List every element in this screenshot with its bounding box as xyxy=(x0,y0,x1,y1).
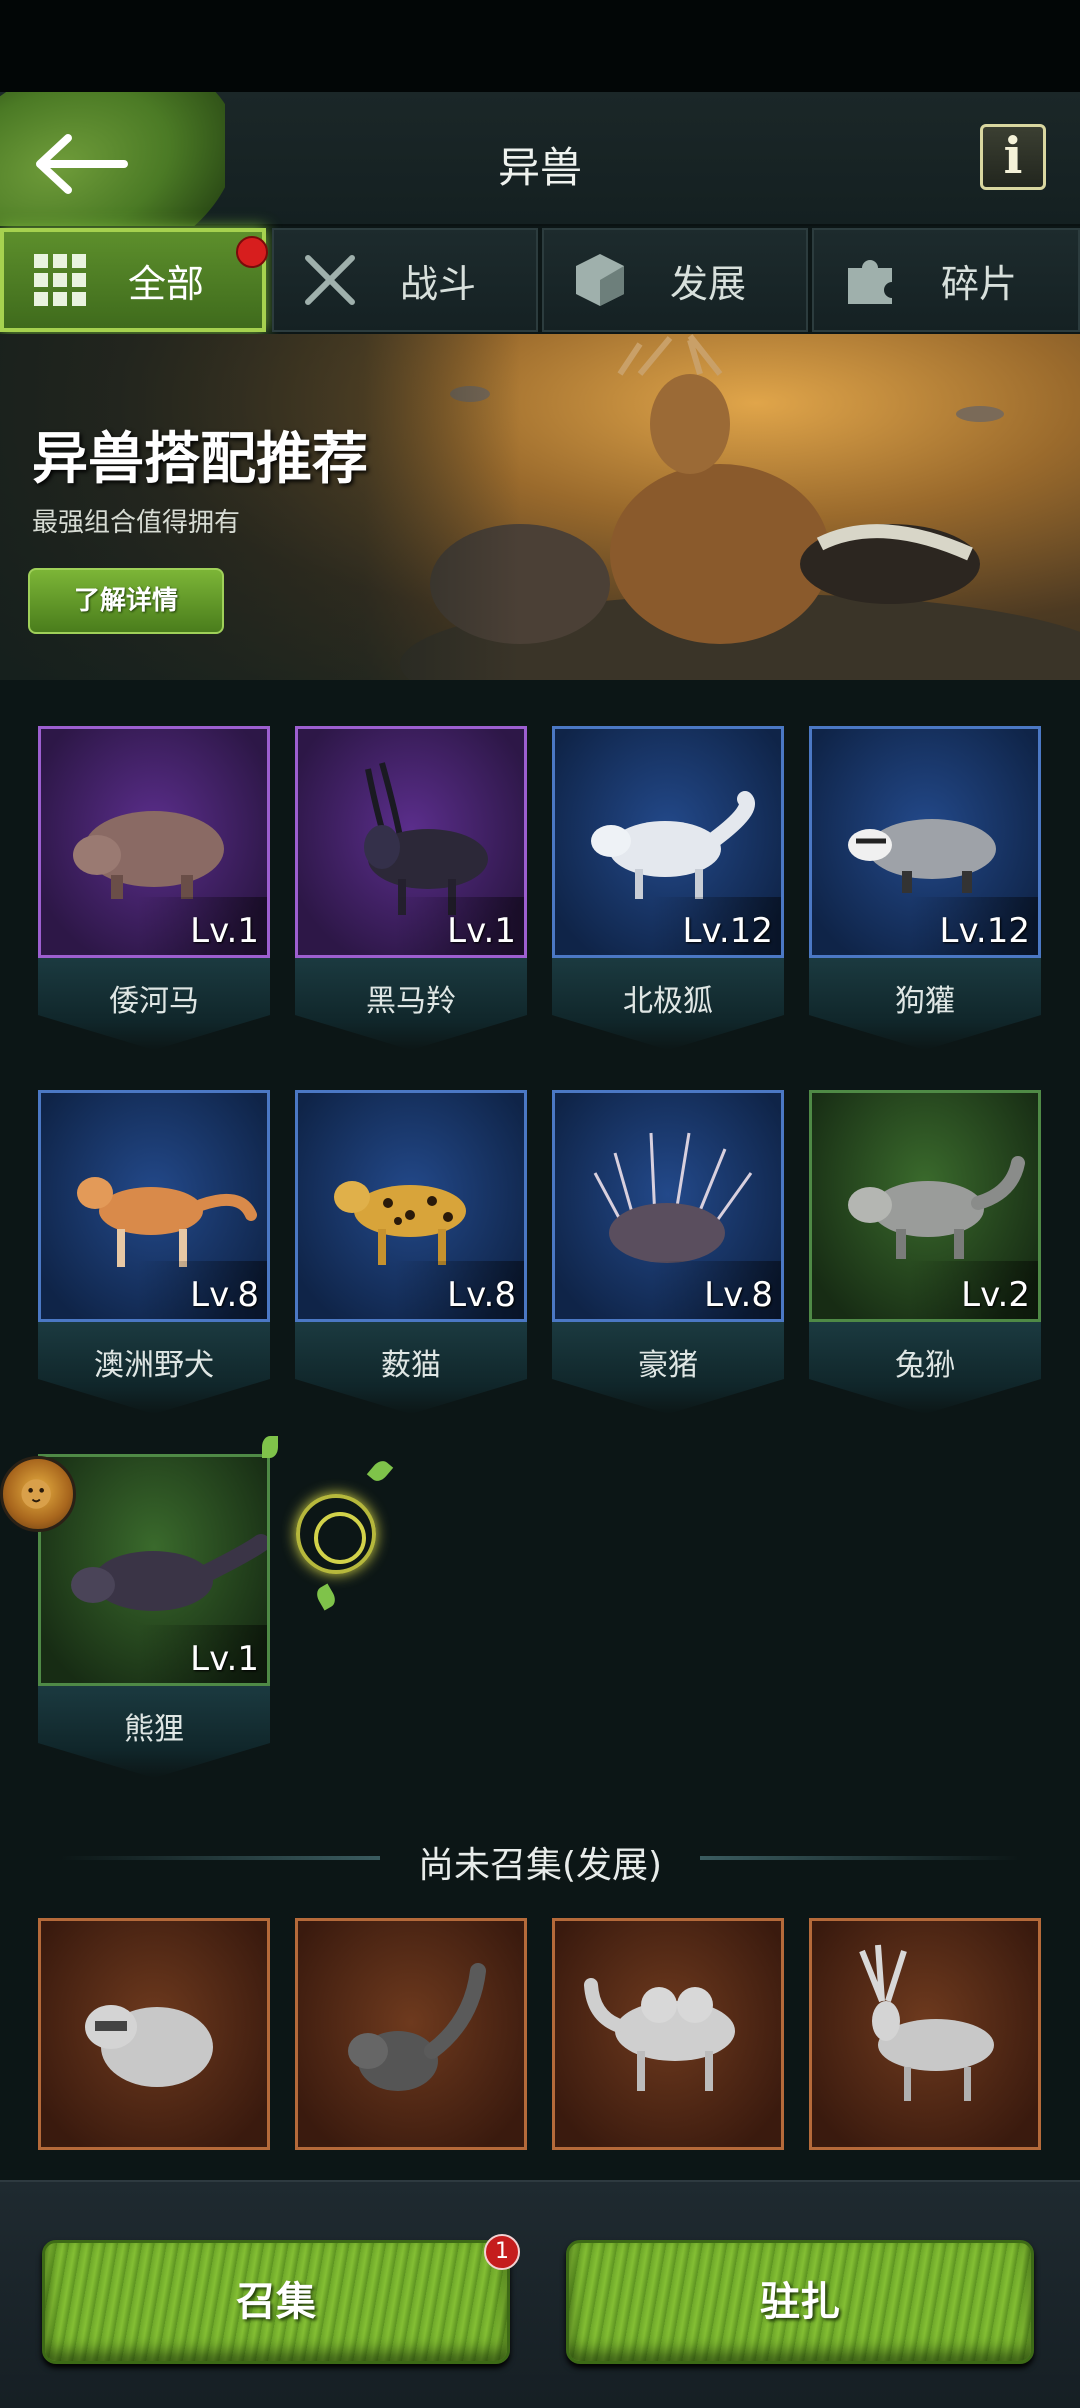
beast-name: 兔狲 xyxy=(895,1348,955,1383)
beast-name: 黑马羚 xyxy=(366,984,456,1019)
card-frame: Lv.8 xyxy=(38,1090,270,1322)
beast-level: Lv.8 xyxy=(190,1275,259,1315)
card-frame: Lv.1 xyxy=(295,726,527,958)
tab-fragments[interactable]: 碎片 xyxy=(812,228,1080,332)
beast-level: Lv.1 xyxy=(190,1639,259,1679)
beast-name: 狗獾 xyxy=(895,984,955,1019)
puzzle-icon xyxy=(848,260,892,304)
lion-badge-icon xyxy=(0,1456,76,1532)
beast-name: 豪猪 xyxy=(638,1348,698,1383)
crossed-swords-icon xyxy=(305,255,355,305)
banner-title: 异兽搭配推荐 xyxy=(32,427,368,492)
tap-indicator-icon xyxy=(296,1494,376,1574)
beast-name: 薮猫 xyxy=(381,1348,441,1383)
card-frame xyxy=(552,1918,784,2150)
leaf-icon xyxy=(366,1457,394,1485)
beast-name: 熊狸 xyxy=(124,1712,184,1747)
card-frame: Lv.1 xyxy=(38,726,270,958)
card-frame: Lv.12 xyxy=(552,726,784,958)
info-button[interactable]: i xyxy=(980,124,1046,190)
card-frame xyxy=(295,1918,527,2150)
notification-dot xyxy=(236,236,268,268)
card-frame: Lv.8 xyxy=(295,1090,527,1322)
beast-card[interactable]: Lv.12 狗獾 xyxy=(809,726,1041,1050)
leaf-icon xyxy=(313,1583,339,1611)
camel-image xyxy=(584,1978,735,2091)
section-title: 尚未召集(发展) xyxy=(417,1845,663,1886)
beast-level: Lv.2 xyxy=(961,1275,1030,1315)
beast-level: Lv.1 xyxy=(447,911,516,951)
raccoon-image xyxy=(85,2005,213,2087)
station-button[interactable]: 驻扎 xyxy=(566,2240,1034,2364)
beast-card[interactable]: Lv.12 北极狐 xyxy=(552,726,784,1050)
beast-card[interactable]: Lv.1 黑马羚 xyxy=(295,726,527,1050)
beast-level: Lv.12 xyxy=(939,911,1031,951)
unsummoned-section-header: 尚未召集(发展) xyxy=(0,1820,1080,1900)
divider-right xyxy=(700,1856,1020,1860)
fallow-deer-image xyxy=(859,1944,994,2101)
tab-all-label: 全部 xyxy=(127,261,204,306)
banner-subtitle: 最强组合值得拥有 xyxy=(32,508,241,538)
tab-combat-label: 战斗 xyxy=(399,261,476,306)
cube-icon xyxy=(576,254,624,306)
tab-development-label: 发展 xyxy=(669,261,746,306)
card-frame xyxy=(38,1918,270,2150)
beast-name: 北极狐 xyxy=(623,984,713,1019)
beast-card[interactable]: Lv.1 倭河马 xyxy=(38,726,270,1050)
beast-name: 倭河马 xyxy=(109,984,199,1019)
beast-level: Lv.12 xyxy=(682,911,774,951)
tab-combat[interactable]: 战斗 xyxy=(272,228,538,332)
beast-card[interactable]: Lv.8 薮猫 xyxy=(295,1090,527,1414)
tab-fragments-label: 碎片 xyxy=(940,261,1017,306)
summon-badge: 1 xyxy=(484,2234,520,2270)
grid-icon xyxy=(34,254,86,306)
card-frame: Lv.2 xyxy=(809,1090,1041,1322)
beast-name: 澳洲野犬 xyxy=(94,1348,214,1383)
tab-all[interactable]: 全部 xyxy=(0,228,268,332)
beast-level: Lv.1 xyxy=(190,911,259,951)
recommend-banner[interactable]: 异兽搭配推荐 最强组合值得拥有 了解详情 xyxy=(0,334,1080,680)
card-frame: Lv.12 xyxy=(809,726,1041,958)
marten-image xyxy=(348,1963,486,2091)
beast-level: Lv.8 xyxy=(447,1275,516,1315)
card-frame: Lv.8 xyxy=(552,1090,784,1322)
lion-icon xyxy=(21,1479,51,1509)
summon-button[interactable]: 召集 xyxy=(42,2240,510,2364)
beast-level: Lv.8 xyxy=(704,1275,773,1315)
status-bar xyxy=(0,0,1080,92)
beast-card[interactable]: Lv.2 兔狲 xyxy=(809,1090,1041,1414)
card-frame xyxy=(809,1918,1041,2150)
beast-card[interactable]: Lv.8 豪猪 xyxy=(552,1090,784,1414)
page-title: 异兽 xyxy=(497,143,582,192)
beast-card[interactable]: Lv.8 澳洲野犬 xyxy=(38,1090,270,1414)
tab-development[interactable]: 发展 xyxy=(542,228,808,332)
tab-bar: 全部 战斗 发展 碎片 xyxy=(0,228,1080,332)
leaf-icon xyxy=(262,1436,278,1458)
learn-more-button[interactable]: 了解详情 xyxy=(28,568,224,634)
